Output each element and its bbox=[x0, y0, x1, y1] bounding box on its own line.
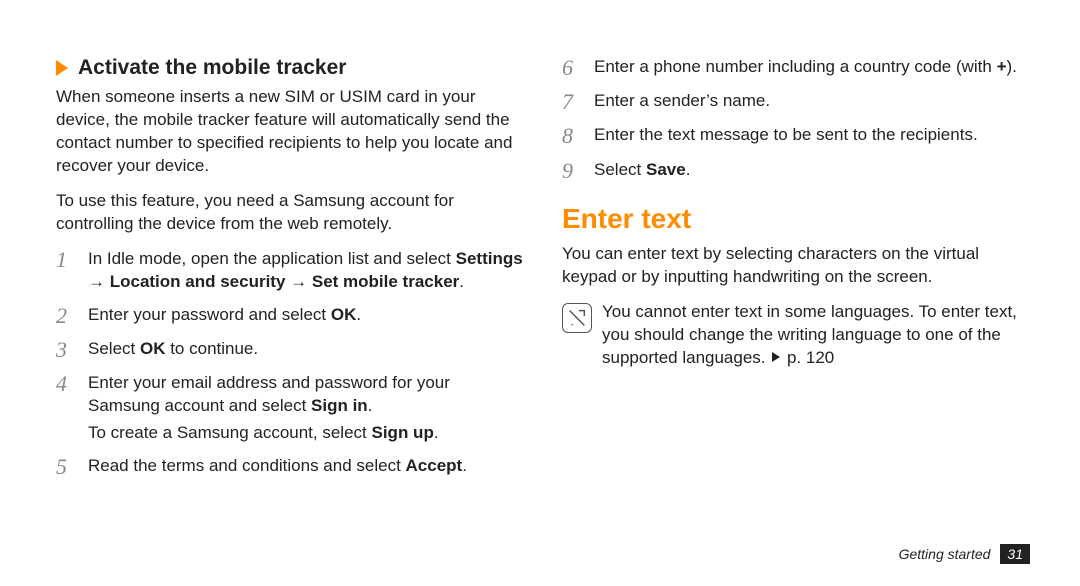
step-item: 9Select Save. bbox=[562, 159, 1030, 183]
footer-section-name: Getting started bbox=[899, 546, 991, 562]
steps-list-right: 6Enter a phone number including a countr… bbox=[562, 56, 1030, 183]
page-footer: Getting started 31 bbox=[899, 544, 1030, 564]
step-item: 4Enter your email address and password f… bbox=[56, 372, 524, 445]
subheading: Activate the mobile tracker bbox=[78, 56, 346, 80]
step-text: Enter your password and select OK. bbox=[88, 304, 361, 327]
step-item: 1In Idle mode, open the application list… bbox=[56, 248, 524, 294]
note-block: You cannot enter text in some languages.… bbox=[562, 301, 1030, 370]
step-number: 1 bbox=[56, 248, 88, 272]
step-item: 3Select OK to continue. bbox=[56, 338, 524, 362]
step-item: 6Enter a phone number including a countr… bbox=[562, 56, 1030, 80]
step-item: 2Enter your password and select OK. bbox=[56, 304, 524, 328]
step-text: Enter your email address and password fo… bbox=[88, 372, 524, 445]
step-item: 7Enter a sender’s name. bbox=[562, 90, 1030, 114]
step-number: 3 bbox=[56, 338, 88, 362]
step-text: Enter a sender’s name. bbox=[594, 90, 770, 113]
right-column: 6Enter a phone number including a countr… bbox=[562, 56, 1030, 489]
step-text: Enter a phone number including a country… bbox=[594, 56, 1017, 79]
step-number: 7 bbox=[562, 90, 594, 114]
chevron-right-icon bbox=[56, 60, 68, 76]
step-text: Select Save. bbox=[594, 159, 690, 182]
main-heading: Enter text bbox=[562, 203, 1030, 235]
note-text: You cannot enter text in some languages.… bbox=[602, 301, 1030, 370]
step-number: 4 bbox=[56, 372, 88, 396]
step-item: 8Enter the text message to be sent to th… bbox=[562, 124, 1030, 148]
step-text: In Idle mode, open the application list … bbox=[88, 248, 524, 294]
steps-list-left: 1In Idle mode, open the application list… bbox=[56, 248, 524, 479]
step-text: Select OK to continue. bbox=[88, 338, 258, 361]
step-number: 8 bbox=[562, 124, 594, 148]
intro-paragraph-1: When someone inserts a new SIM or USIM c… bbox=[56, 86, 524, 178]
step-item: 5Read the terms and conditions and selec… bbox=[56, 455, 524, 479]
step-text: Enter the text message to be sent to the… bbox=[594, 124, 978, 147]
step-number: 2 bbox=[56, 304, 88, 328]
left-column: Activate the mobile tracker When someone… bbox=[56, 56, 524, 489]
step-number: 5 bbox=[56, 455, 88, 479]
intro-paragraph-2: To use this feature, you need a Samsung … bbox=[56, 190, 524, 236]
step-number: 6 bbox=[562, 56, 594, 80]
enter-text-paragraph: You can enter text by selecting characte… bbox=[562, 243, 1030, 289]
subheading-row: Activate the mobile tracker bbox=[56, 56, 524, 80]
footer-page-number: 31 bbox=[1000, 544, 1030, 564]
note-icon bbox=[562, 303, 592, 333]
step-text: Read the terms and conditions and select… bbox=[88, 455, 467, 478]
step-number: 9 bbox=[562, 159, 594, 183]
